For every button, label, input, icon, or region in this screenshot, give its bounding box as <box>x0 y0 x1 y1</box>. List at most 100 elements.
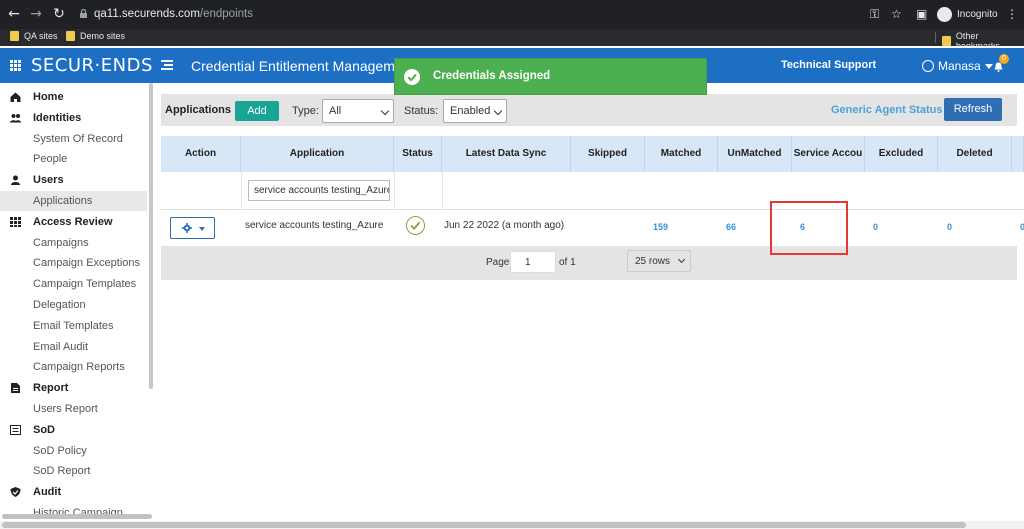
sidebar-item-identities[interactable]: Identities <box>0 108 147 128</box>
column-header-skipped[interactable]: Skipped <box>571 136 645 172</box>
toast-message: Credentials Assigned <box>433 70 551 82</box>
sidebar-item-label: System Of Record <box>33 132 123 145</box>
sidebar-item-campaign-templates[interactable]: Campaign Templates <box>0 274 147 294</box>
type-select[interactable]: All <box>322 99 394 123</box>
sidebar-item-sod[interactable]: SoD <box>0 420 147 440</box>
horizontal-scrollbar-thumb[interactable] <box>2 522 966 528</box>
extra-count[interactable]: 0 <box>1020 222 1024 232</box>
refresh-button[interactable]: Refresh <box>944 98 1002 121</box>
forward-arrow-icon[interactable]: → <box>28 6 44 22</box>
sidebar-item-access-review[interactable]: Access Review <box>0 212 147 232</box>
technical-support-link[interactable]: Technical Support <box>781 59 876 71</box>
sidebar-item-report[interactable]: Report <box>0 378 147 398</box>
sidebar-item-email-templates[interactable]: Email Templates <box>0 316 147 336</box>
generic-agent-status-link[interactable]: Generic Agent Status <box>831 104 942 116</box>
bookmark-qa-sites[interactable]: QA sites <box>10 31 58 41</box>
sidebar-item-label: Home <box>33 91 64 103</box>
column-header-deleted[interactable]: Deleted <box>938 136 1012 172</box>
sidebar-item-sod-report[interactable]: SoD Report <box>0 461 147 481</box>
sidebar-item-delegation[interactable]: Delegation <box>0 295 147 315</box>
sidebar-item-campaign-reports[interactable]: Campaign Reports <box>0 357 147 377</box>
type-label: Type: <box>292 105 319 117</box>
page-of-label: of 1 <box>559 257 576 268</box>
user-icon <box>11 175 20 186</box>
sidebar-item-label: People <box>33 153 68 166</box>
sidebar-item-email-audit[interactable]: Email Audit <box>0 337 147 357</box>
latest-data-sync: Jun 22 2022 (a month ago) <box>444 220 565 231</box>
users-icon <box>10 113 21 123</box>
filter-row: service accounts testing_Azure <box>161 172 1024 210</box>
incognito-icon[interactable] <box>937 7 952 22</box>
sod-icon <box>10 424 21 435</box>
status-select[interactable]: Enabled <box>443 99 507 123</box>
star-icon[interactable]: ☆ <box>891 7 902 21</box>
user-menu[interactable]: Manasa <box>922 59 993 73</box>
column-header-application[interactable]: Application <box>241 136 394 172</box>
add-button[interactable]: Add <box>235 101 279 121</box>
sidebar-item-label: Users <box>33 174 64 187</box>
sidebar-item-label: Report <box>33 382 69 395</box>
key-icon[interactable]: ⚿ <box>870 7 879 22</box>
sidebar-item-label: Users Report <box>33 403 98 415</box>
sidebar-item-label: Campaign Exceptions <box>33 257 141 270</box>
sidebar: Home Identities System Of Record People User… <box>0 83 153 521</box>
back-arrow-icon[interactable]: ← <box>6 6 22 22</box>
reload-icon[interactable]: ↻ <box>51 6 67 22</box>
cell-divider <box>442 172 443 210</box>
sidebar-item-label: Audit <box>33 486 62 499</box>
notification-badge: 0 <box>999 54 1009 64</box>
row-action-button[interactable] <box>170 217 215 239</box>
sidebar-item-applications[interactable]: Applications <box>0 191 147 211</box>
sidebar-item-label: Email Templates <box>33 319 114 332</box>
apps-grid-icon[interactable] <box>10 60 21 71</box>
rows-per-page-select[interactable]: 25 rows <box>627 250 691 272</box>
sidebar-item-audit[interactable]: Audit <box>0 482 147 502</box>
sidebar-item-campaigns[interactable]: Campaigns <box>0 233 147 253</box>
bookmark-demo-sites[interactable]: Demo sites <box>66 31 125 41</box>
grid-icon <box>10 216 21 227</box>
applications-table: Action Application Status Latest Data Sync S… <box>161 136 1024 280</box>
chevron-down-icon <box>380 106 390 116</box>
cell-divider <box>241 172 242 210</box>
table-row[interactable]: service accounts testing_Azure Jun 22 20… <box>161 210 1024 246</box>
column-header-latest-data-sync[interactable]: Latest Data Sync <box>442 136 571 172</box>
url-text: qa11.securends.com/endpoints <box>94 8 253 20</box>
sidebar-item-users-report[interactable]: Users Report <box>0 399 147 419</box>
sidebar-item-label: Applications <box>33 195 93 207</box>
sidebar-item-label: Access Review <box>33 215 113 228</box>
column-header-action[interactable]: Action <box>161 136 241 172</box>
column-header-matched[interactable]: Matched <box>645 136 718 172</box>
column-header-service-accou[interactable]: Service Accou <box>792 136 865 172</box>
check-circle-icon <box>404 69 420 85</box>
sidebar-item-campaign-exceptions[interactable]: Campaign Exceptions <box>0 253 147 273</box>
sidebar-item-people[interactable]: People <box>0 149 147 169</box>
column-header-extra[interactable] <box>1012 136 1024 172</box>
matched-count[interactable]: 159 <box>653 222 668 232</box>
browser-menu-icon[interactable]: ⋮ <box>1006 7 1018 21</box>
sidebar-item-label: Campaign Templates <box>33 278 137 291</box>
success-toast: Credentials Assigned <box>394 58 707 95</box>
side-panel-icon[interactable]: ▣ <box>916 7 927 21</box>
sidebar-item-users[interactable]: Users <box>0 170 147 190</box>
column-header-status[interactable]: Status <box>394 136 442 172</box>
logo: SECUR·ENDS <box>31 55 153 76</box>
chevron-down-icon <box>984 63 993 69</box>
column-header-excluded[interactable]: Excluded <box>865 136 938 172</box>
sidebar-item-system-of-record[interactable]: System Of Record <box>0 129 147 149</box>
page-number-input[interactable]: 1 <box>510 251 556 273</box>
deleted-count[interactable]: 0 <box>947 222 952 232</box>
unmatched-count[interactable]: 66 <box>726 222 736 232</box>
column-header-unmatched[interactable]: UnMatched <box>718 136 792 172</box>
sidebar-horizontal-scrollbar[interactable] <box>2 514 152 519</box>
menu-toggle-icon[interactable] <box>161 60 173 71</box>
chevron-down-icon <box>493 106 503 116</box>
sidebar-item-label: SoD <box>33 423 55 436</box>
check-circle-icon <box>406 216 425 235</box>
gear-icon <box>182 223 192 233</box>
application-name[interactable]: service accounts testing_Azure <box>245 220 383 231</box>
status-label: Status: <box>404 105 439 117</box>
excluded-count[interactable]: 0 <box>873 222 878 232</box>
sidebar-item-home[interactable]: Home <box>0 87 147 107</box>
application-filter-input[interactable]: service accounts testing_Azure <box>248 180 390 201</box>
sidebar-item-sod-policy[interactable]: SoD Policy <box>0 441 147 461</box>
